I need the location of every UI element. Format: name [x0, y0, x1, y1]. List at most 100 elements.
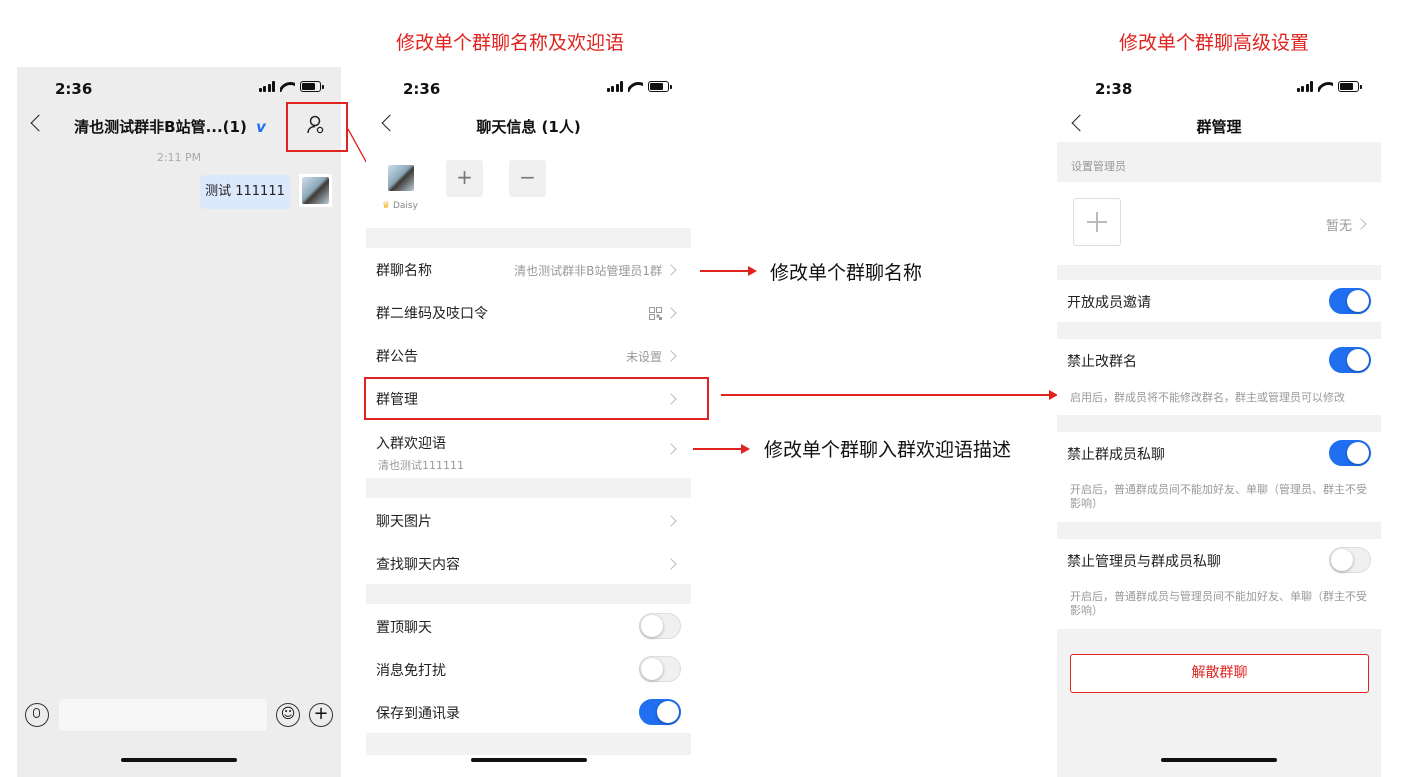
- emoji-icon[interactable]: ☺: [276, 703, 300, 727]
- chevron-right-icon: [1355, 218, 1367, 230]
- admin-section-label: 设置管理员: [1071, 160, 1126, 173]
- add-member-button[interactable]: +: [446, 160, 483, 197]
- arrow-manage: [721, 390, 1058, 399]
- status-bar: 2:38: [1057, 67, 1381, 107]
- dissolve-group-button[interactable]: 解散群聊: [1070, 654, 1369, 693]
- notice-value: 未设置: [625, 350, 662, 364]
- battery-icon: [1338, 81, 1362, 92]
- message-input[interactable]: [59, 699, 267, 731]
- row-notice[interactable]: 群公告 未设置: [366, 334, 691, 377]
- admin-private-note: 开启后，普通群成员与管理员间不能加好友、单聊（群主不受影响）: [1070, 590, 1367, 617]
- row-label: 开放成员邀请: [1067, 295, 1151, 311]
- private-note: 开启后，普通群成员间不能加好友、单聊（管理员、群主不受影响）: [1070, 483, 1367, 510]
- status-icons: [1296, 81, 1362, 92]
- chevron-right-icon: [665, 264, 677, 276]
- row-welcome[interactable]: 入群欢迎语 清也测试111111: [366, 420, 691, 478]
- battery-icon: [300, 81, 324, 92]
- chat-screen: 2:36 清也测试群非B站管...(1) v 2:11 PM 测试 111111…: [17, 67, 341, 777]
- group-name-value: 清也测试群非B站管理员1群: [514, 264, 662, 278]
- row-label: 群聊名称: [376, 263, 432, 279]
- chat-title: 清也测试群非B站管...(1): [74, 118, 247, 136]
- welcome-value: 清也测试111111: [378, 459, 464, 472]
- admin-value: 暂无: [1325, 219, 1352, 234]
- row-open-invite: 开放成员邀请: [1057, 280, 1381, 322]
- add-admin-button[interactable]: [1073, 198, 1121, 246]
- wifi-icon: [280, 81, 295, 92]
- save-toggle[interactable]: [639, 699, 681, 725]
- invite-toggle[interactable]: [1329, 288, 1371, 314]
- row-search-chat[interactable]: 查找聊天内容: [366, 541, 691, 584]
- row-group-name[interactable]: 群聊名称 清也测试群非B站管理员1群: [366, 248, 691, 291]
- highlight-member-icon: [286, 102, 348, 152]
- row-label: 保存到通讯录: [376, 706, 460, 722]
- member-name: Daisy: [392, 201, 418, 211]
- message-bubble[interactable]: 测试 111111: [200, 175, 290, 209]
- crown-icon: ♛: [382, 201, 391, 211]
- qr-code-icon: [649, 305, 662, 320]
- status-icons: [606, 81, 672, 92]
- group-manage-screen: 2:38 群管理 设置管理员 暂无 开放成员邀请 禁止改群名 启用后，群成员将不…: [1057, 67, 1381, 777]
- mute-toggle[interactable]: [639, 656, 681, 682]
- home-indicator: [1161, 758, 1277, 762]
- info-nav: 聊天信息 (1人): [366, 107, 691, 147]
- row-label: 置顶聊天: [376, 620, 432, 636]
- row-label: 消息免打扰: [376, 663, 446, 679]
- row-label: 禁止管理员与群成员私聊: [1067, 554, 1221, 570]
- row-label: 禁止改群名: [1067, 354, 1137, 370]
- chevron-right-icon: [665, 350, 677, 362]
- chevron-right-icon: [665, 307, 677, 319]
- info-title: 聊天信息 (1人): [476, 118, 581, 136]
- home-indicator: [121, 758, 237, 762]
- remove-member-button[interactable]: −: [509, 160, 546, 197]
- chevron-right-icon: [665, 443, 677, 455]
- heading-middle: 修改单个群聊名称及欢迎语: [396, 32, 625, 54]
- manage-title: 群管理: [1196, 118, 1242, 136]
- row-label: 群二维码及吱口令: [376, 306, 488, 322]
- row-forbid-private: 禁止群成员私聊: [1057, 432, 1381, 474]
- row-forbid-admin-private: 禁止管理员与群成员私聊: [1057, 539, 1381, 581]
- verified-badge-icon: v: [256, 118, 266, 136]
- status-time: 2:36: [403, 80, 441, 98]
- annotation-name: 修改单个群聊名称: [770, 262, 923, 284]
- highlight-manage-row: [364, 377, 709, 420]
- chat-info-screen: 2:36 聊天信息 (1人) ♛ Daisy + − 群聊名称 清也测试群非B站…: [366, 67, 691, 777]
- avatar[interactable]: [299, 174, 332, 207]
- row-label: 群公告: [376, 349, 418, 365]
- pin-toggle[interactable]: [639, 613, 681, 639]
- home-indicator: [470, 758, 587, 762]
- row-save-contacts: 保存到通讯录: [366, 690, 691, 733]
- heading-right: 修改单个群聊高级设置: [1119, 32, 1310, 54]
- arrow-welcome: [693, 444, 750, 453]
- status-icons: [258, 81, 324, 92]
- manage-nav: 群管理: [1057, 107, 1381, 142]
- voice-icon[interactable]: [25, 703, 49, 727]
- annotation-welcome: 修改单个群聊入群欢迎语描述: [764, 439, 1012, 461]
- wifi-icon: [628, 81, 643, 92]
- chevron-right-icon: [665, 558, 677, 570]
- battery-icon: [648, 81, 672, 92]
- signal-icon: [258, 81, 275, 92]
- status-time: 2:38: [1095, 80, 1133, 98]
- row-chat-images[interactable]: 聊天图片: [366, 498, 691, 541]
- wifi-icon: [1318, 81, 1333, 92]
- plus-circle-icon[interactable]: +: [309, 703, 333, 727]
- admin-private-toggle[interactable]: [1329, 547, 1371, 573]
- row-qr[interactable]: 群二维码及吱口令: [366, 291, 691, 334]
- row-label: 禁止群成员私聊: [1067, 447, 1165, 463]
- arrow-name: [700, 266, 757, 275]
- status-time: 2:36: [55, 80, 93, 98]
- rename-toggle[interactable]: [1329, 347, 1371, 373]
- signal-icon: [606, 81, 623, 92]
- chat-timestamp: 2:11 PM: [156, 151, 202, 164]
- rename-note: 启用后，群成员将不能修改群名，群主或管理员可以修改: [1070, 391, 1345, 404]
- status-bar: 2:36: [366, 67, 691, 107]
- row-label: 聊天图片: [376, 514, 432, 530]
- row-pin-chat: 置顶聊天: [366, 604, 691, 647]
- row-admins[interactable]: 暂无: [1057, 182, 1381, 265]
- signal-icon: [1296, 81, 1313, 92]
- status-bar: 2:36: [17, 67, 341, 107]
- chat-input-bar: ☺ +: [17, 695, 341, 735]
- row-label: 入群欢迎语: [376, 436, 446, 452]
- member-avatar[interactable]: [388, 165, 414, 191]
- private-toggle[interactable]: [1329, 440, 1371, 466]
